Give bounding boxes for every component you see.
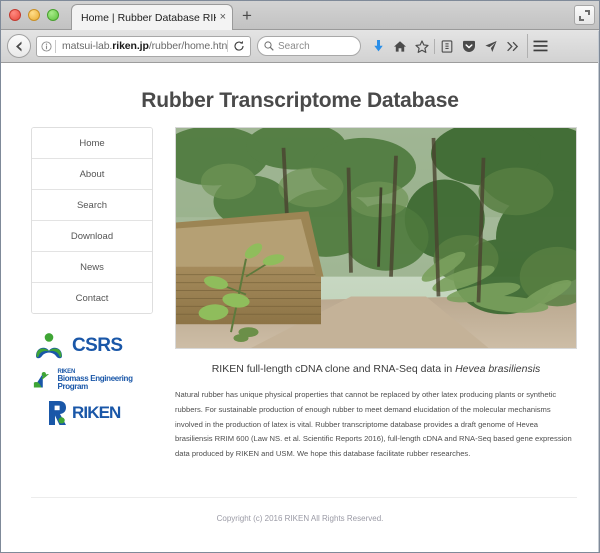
footer-copyright: Copyright (c) 2016 RIKEN All Rights Rese… xyxy=(216,514,384,523)
sidebar-item-download[interactable]: Download xyxy=(32,221,152,252)
sidebar-item-search[interactable]: Search xyxy=(32,190,152,221)
zoom-window-button[interactable] xyxy=(47,9,59,21)
tab-title: Home | Rubber Database RIKEN xyxy=(81,11,216,24)
toolbar-separator xyxy=(434,38,435,54)
hero-caption: RIKEN full-length cDNA clone and RNA-Seq… xyxy=(175,363,577,375)
riken-logo-text: RIKEN xyxy=(72,403,121,422)
new-tab-button[interactable]: + xyxy=(242,7,252,24)
sidebar-item-contact[interactable]: Contact xyxy=(32,283,152,313)
tab-strip: Home | Rubber Database RIKEN × + xyxy=(1,1,599,30)
page-columns: Home About Search Download News Contact xyxy=(1,127,599,470)
sidebar-item-about[interactable]: About xyxy=(32,159,152,190)
url-domain: riken.jp xyxy=(112,40,149,52)
search-input[interactable]: Search xyxy=(257,36,361,56)
browser-tab[interactable]: Home | Rubber Database RIKEN × xyxy=(71,4,233,30)
sidebar-logos: CSRS RIKEN Biomass Engineering Program R… xyxy=(31,332,153,426)
close-window-button[interactable] xyxy=(9,9,21,21)
window-right-edge xyxy=(598,31,599,552)
pocket-icon[interactable] xyxy=(458,34,480,58)
riken-biomass-engineering-program-logo[interactable]: RIKEN Biomass Engineering Program xyxy=(33,369,153,391)
downloads-icon[interactable] xyxy=(367,34,389,58)
csrs-logo[interactable]: CSRS xyxy=(33,332,153,360)
biomass-logo-text: RIKEN Biomass Engineering Program xyxy=(57,369,153,391)
search-icon xyxy=(264,41,274,51)
riken-logo[interactable]: RIKEN xyxy=(46,400,153,426)
sidebar: Home About Search Download News Contact xyxy=(31,127,153,470)
site-info-icon[interactable] xyxy=(37,40,55,52)
sidebar-nav-list: Home About Search Download News Contact xyxy=(31,127,153,314)
search-placeholder: Search xyxy=(278,40,310,52)
sidebar-item-news[interactable]: News xyxy=(32,252,152,283)
window-traffic-lights xyxy=(9,9,59,21)
navigation-toolbar: matsui-lab.riken.jp/rubber/home.htn Sear… xyxy=(1,30,599,63)
url-bar[interactable]: matsui-lab.riken.jp/rubber/home.htn xyxy=(36,35,251,57)
sidebar-item-home[interactable]: Home xyxy=(32,128,152,159)
hero-photo xyxy=(175,127,577,349)
caption-species: Hevea brasiliensis xyxy=(455,363,541,375)
back-arrow-icon xyxy=(15,41,21,51)
toolbar-icons xyxy=(367,34,552,58)
overflow-chevrons-icon[interactable] xyxy=(502,34,524,58)
biomass-mark-icon xyxy=(33,371,50,388)
hamburger-menu-button[interactable] xyxy=(527,34,552,58)
back-button[interactable] xyxy=(7,34,31,58)
fullscreen-button[interactable] xyxy=(574,5,595,25)
footer-divider xyxy=(31,497,577,498)
rubber-plantation-photo-icon xyxy=(176,128,576,348)
home-icon[interactable] xyxy=(389,34,411,58)
page-viewport: Rubber Transcriptome Database Home About… xyxy=(1,63,599,551)
riken-mark-icon xyxy=(49,401,66,425)
body-paragraph: Natural rubber has unique physical prope… xyxy=(175,390,572,459)
page-title: Rubber Transcriptome Database xyxy=(141,89,459,112)
browser-window: Home | Rubber Database RIKEN × + xyxy=(0,0,600,553)
url-text: matsui-lab.riken.jp/rubber/home.htn xyxy=(56,40,227,52)
csrs-mark-icon xyxy=(36,333,62,359)
csrs-logo-text: CSRS xyxy=(72,335,123,356)
hamburger-menu-icon xyxy=(533,40,547,52)
url-suffix: /rubber/home.htn xyxy=(148,40,227,52)
web-page: Rubber Transcriptome Database Home About… xyxy=(1,89,599,551)
caption-lead: RIKEN full-length cDNA clone and RNA-Seq… xyxy=(211,363,456,375)
library-icon[interactable] xyxy=(436,34,458,58)
bookmark-star-icon[interactable] xyxy=(411,34,433,58)
url-prefix: matsui-lab. xyxy=(62,40,113,52)
biomass-logo-program: Biomass Engineering Program xyxy=(57,374,133,391)
main-content: RIKEN full-length cDNA clone and RNA-Seq… xyxy=(153,127,577,470)
close-icon[interactable]: × xyxy=(220,12,226,23)
minimize-window-button[interactable] xyxy=(28,9,40,21)
send-tab-icon[interactable] xyxy=(480,34,502,58)
reload-icon[interactable] xyxy=(227,40,250,52)
fullscreen-icon xyxy=(579,10,590,21)
